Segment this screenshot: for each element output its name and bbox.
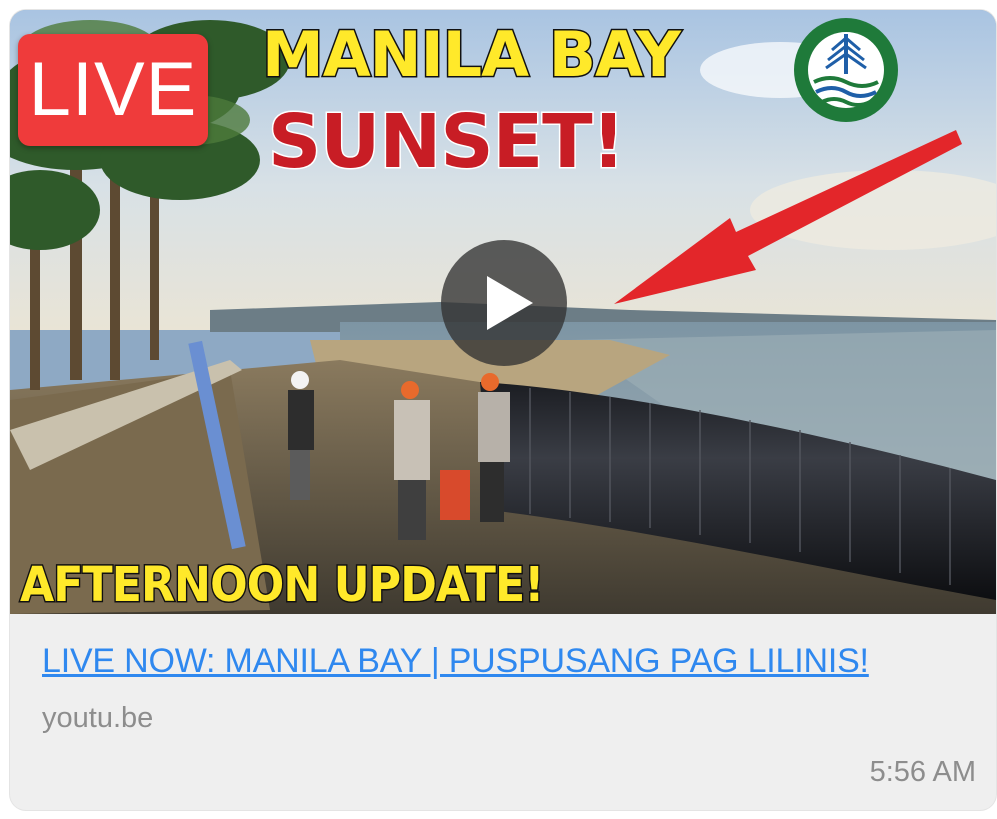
- play-icon: [487, 276, 533, 330]
- agency-seal-icon: [794, 18, 898, 122]
- red-arrow-icon: [614, 130, 962, 304]
- thumbnail-headline-main: SUNSET!: [266, 98, 626, 187]
- live-badge: LIVE: [18, 34, 208, 146]
- link-domain: youtu.be: [42, 702, 154, 734]
- message-timestamp: 5:56 AM: [869, 756, 976, 788]
- thumbnail-headline-bottom: AFTERNOON UPDATE!: [19, 556, 546, 615]
- link-preview-message[interactable]: LIVE MANILA BAY SUNSET! AFTERNOON UPDATE…: [10, 10, 996, 810]
- link-title[interactable]: LIVE NOW: MANILA BAY | PUSPUSANG PAG LIL…: [42, 642, 869, 681]
- thumbnail-headline-top: MANILA BAY: [261, 17, 683, 93]
- video-thumbnail[interactable]: LIVE MANILA BAY SUNSET! AFTERNOON UPDATE…: [10, 10, 996, 614]
- play-button[interactable]: [441, 240, 567, 366]
